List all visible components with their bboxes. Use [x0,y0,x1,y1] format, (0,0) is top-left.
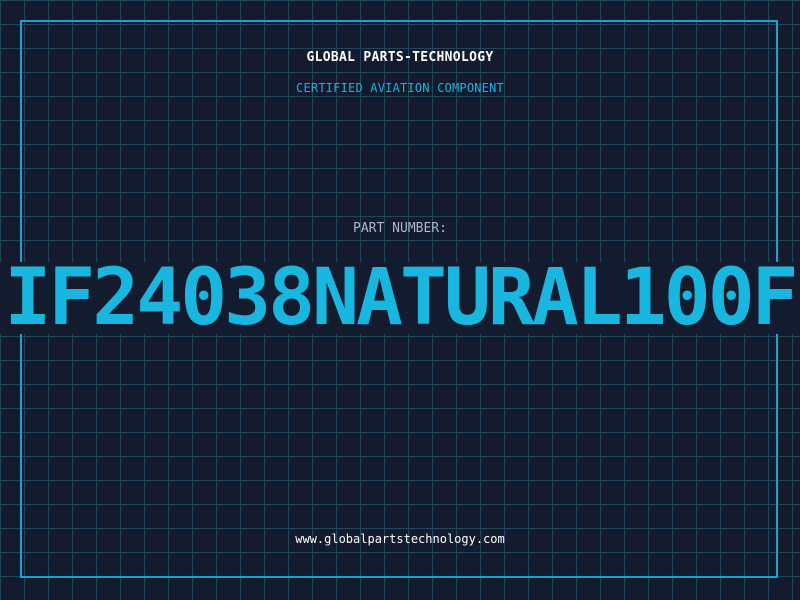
part-number-value: IF24038NATURAL100F [4,253,798,343]
component-subtitle: CERTIFIED AVIATION COMPONENT [296,81,504,95]
website-url: www.globalpartstechnology.com [295,532,505,546]
part-number-label: PART NUMBER: [353,221,447,236]
company-name: GLOBAL PARTS-TECHNOLOGY [306,50,494,65]
